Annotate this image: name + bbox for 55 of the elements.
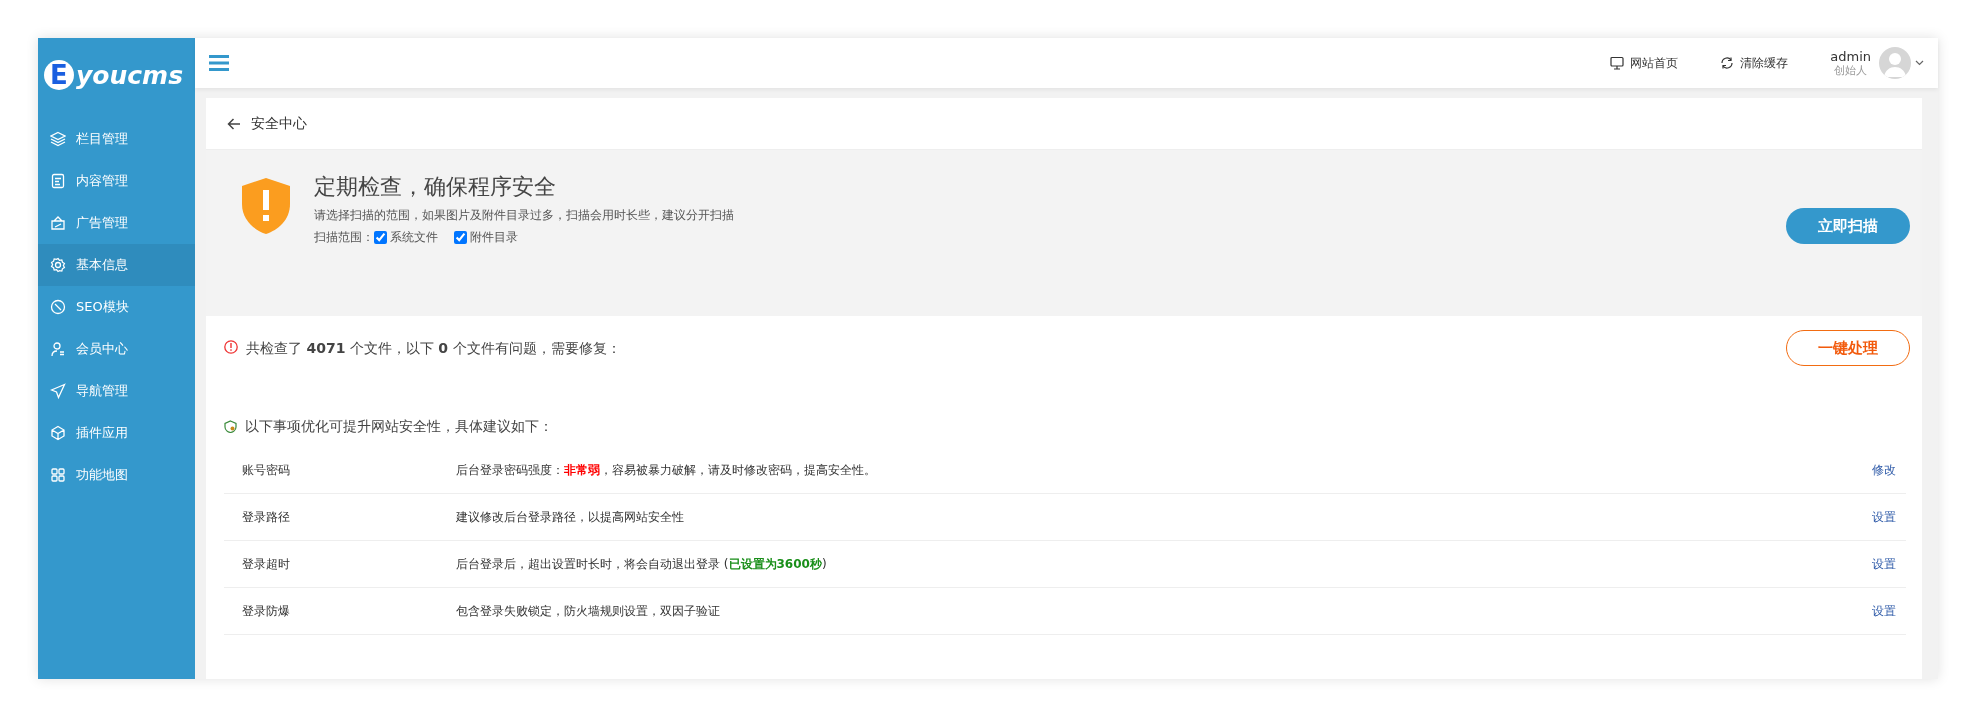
user-icon xyxy=(50,341,66,357)
one-click-fix-button[interactable]: 一键处理 xyxy=(1786,330,1910,366)
user-role: 创始人 xyxy=(1833,64,1869,78)
sidebar-item[interactable]: 会员中心 xyxy=(38,328,195,370)
gear-icon xyxy=(50,257,66,273)
cube-icon xyxy=(50,425,66,441)
header-link[interactable]: 清除缓存 xyxy=(1720,54,1789,72)
monitor-icon xyxy=(1610,56,1625,70)
ad-board-icon xyxy=(50,215,66,231)
document-icon xyxy=(50,173,66,189)
scope-checkbox[interactable] xyxy=(374,230,387,244)
scan-title: 定期检查，确保程序安全 xyxy=(314,174,557,201)
circle-slash-icon xyxy=(50,299,66,315)
sidebar-item[interactable]: 基本信息 xyxy=(38,244,195,286)
scan-now-button[interactable]: 立即扫描 xyxy=(1786,208,1910,244)
sidebar-item[interactable]: 内容管理 xyxy=(38,160,195,202)
scope-option-label: 系统文件 xyxy=(390,229,438,247)
header-link[interactable]: 网站首页 xyxy=(1610,54,1679,72)
sidebar-item[interactable]: SEO模块 xyxy=(38,286,195,328)
scope-label: 扫描范围： xyxy=(314,229,374,247)
page-title: 安全中心 xyxy=(251,114,307,133)
warning-shield-icon xyxy=(242,178,290,234)
layers-icon xyxy=(50,131,66,147)
user-name: admin xyxy=(1830,48,1871,65)
suggestion-name: 登录超时 xyxy=(242,556,291,573)
suggestion-name: 账号密码 xyxy=(242,462,291,479)
suggestion-name: 登录防爆 xyxy=(242,603,291,620)
scope-checkbox[interactable] xyxy=(454,230,467,244)
sidebar-item[interactable]: 广告管理 xyxy=(38,202,195,244)
logo: E youcms xyxy=(44,60,184,90)
scan-hint: 请选择扫描的范围，如果图片及附件目录过多，扫描会用时长些，建议分开扫描 xyxy=(314,207,734,225)
back-arrow-icon[interactable] xyxy=(227,117,241,130)
suggestion-action-link[interactable]: 设置 xyxy=(1872,508,1896,526)
suggestion-action-link[interactable]: 修改 xyxy=(1872,461,1896,479)
scan-summary: 共检查了 4071 个文件，以下 0 个文件有问题，需要修复： xyxy=(246,339,621,358)
suggestions-heading: 以下事项优化可提升网站安全性，具体建议如下： xyxy=(245,417,553,436)
alert-icon xyxy=(224,340,238,354)
send-icon xyxy=(50,383,66,399)
suggestion-description: 建议修改后台登录路径，以提高网站安全性 xyxy=(456,509,685,526)
refresh-icon xyxy=(1720,56,1735,70)
sidebar-item[interactable]: 功能地图 xyxy=(38,454,195,496)
menu-icon[interactable] xyxy=(209,55,229,71)
caret-icon[interactable] xyxy=(1915,60,1924,66)
suggestion-name: 登录路径 xyxy=(242,509,291,526)
sidebar-item[interactable]: 栏目管理 xyxy=(38,118,195,160)
suggestion-description: 后台登录密码强度：非常弱，容易被暴力破解，请及时修改密码，提高安全性。 xyxy=(456,462,877,479)
suggestion-action-link[interactable]: 设置 xyxy=(1872,602,1896,620)
suggestion-description: 包含登录失败锁定，防火墙规则设置，双因子验证 xyxy=(456,603,721,620)
suggestion-action-link[interactable]: 设置 xyxy=(1872,555,1896,573)
sidebar-item[interactable]: 导航管理 xyxy=(38,370,195,412)
shield-icon xyxy=(224,420,237,433)
sidebar-item[interactable]: 插件应用 xyxy=(38,412,195,454)
suggestion-description: 后台登录后，超出设置时长时，将会自动退出登录 (已设置为3600秒) xyxy=(456,556,828,573)
grid-icon xyxy=(50,467,66,483)
scope-option-label: 附件目录 xyxy=(470,229,518,247)
